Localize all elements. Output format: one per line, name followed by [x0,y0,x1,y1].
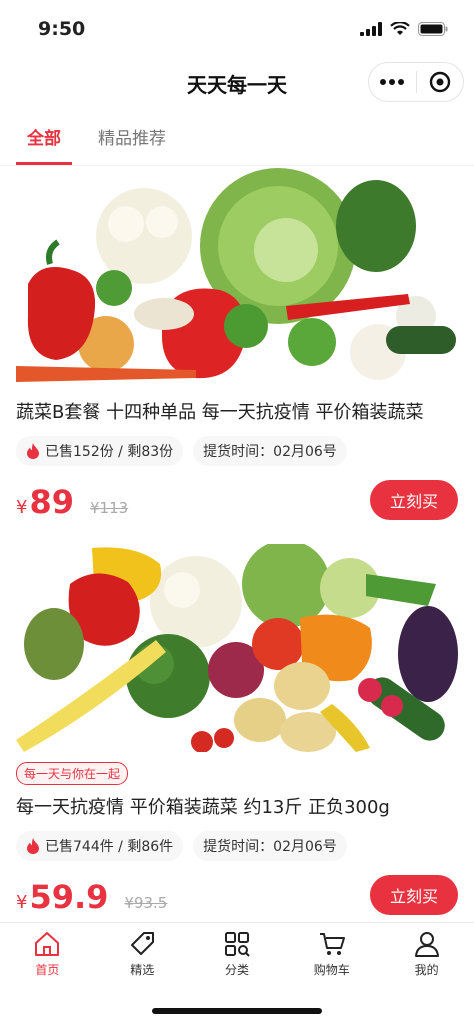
category-tabs: 全部 精品推荐 [0,108,474,166]
tabbar-home-label: 首页 [35,963,60,977]
pickup-text: 提货时间：02月06号 [203,444,337,460]
close-target-icon [429,71,450,93]
tabbar-category[interactable]: 分类 [190,923,285,986]
fire-icon [27,443,39,459]
tab-recommended[interactable]: 精品推荐 [98,107,166,165]
pickup-badge: 提货时间：02月06号 [193,436,347,466]
home-icon [35,932,60,956]
mini-program-capsule [368,62,464,102]
product-image[interactable] [16,544,458,752]
promo-tag: 每一天与你在一起 [16,762,129,785]
original-price: ¥113 [89,499,129,517]
bottom-tab-bar: 首页 精选 分类 购物车 我的 [0,922,474,986]
sales-badge: 已售152份 / 剩83份 [16,436,184,466]
product-meta: 已售744件 / 剩86件 提货时间：02月06号 [16,831,458,861]
wifi-icon [390,22,410,35]
currency-symbol: ¥ [16,497,28,518]
pickup-text: 提货时间：02月06号 [203,839,337,855]
product-card[interactable]: 蔬菜B套餐 十四种单品 每一天抗疫情 平价箱装蔬菜 已售152份 / 剩83份 … [0,166,474,524]
currency-symbol: ¥ [16,892,28,913]
tabbar-featured-label: 精选 [130,963,155,977]
sales-text: 已售152份 / 剩83份 [45,444,174,460]
user-icon [414,932,439,957]
current-price: 89 [29,483,74,521]
more-icon [380,79,405,85]
buy-now-button[interactable]: 立刻买 [370,875,458,915]
navigation-bar: 天天每一天 [0,58,474,108]
tabbar-home[interactable]: 首页 [0,923,95,986]
status-icons [360,22,448,36]
tag-icon [131,932,155,955]
page-title: 天天每一天 [187,72,287,97]
product-title[interactable]: 每一天抗疫情 平价箱装蔬菜 约13斤 正负300g [16,793,458,819]
battery-icon [418,22,448,36]
signal-icon [360,22,382,36]
buy-now-button[interactable]: 立刻买 [370,480,458,520]
original-price: ¥93.5 [124,894,168,912]
status-bar: 9:50 [0,0,474,58]
tab-all-label: 全部 [27,128,61,149]
product-image[interactable] [16,166,458,382]
product-title[interactable]: 蔬菜B套餐 十四种单品 每一天抗疫情 平价箱装蔬菜 [16,398,458,424]
fire-icon [27,838,39,854]
sales-text: 已售744件 / 剩86件 [45,839,174,855]
tabbar-cart-label: 购物车 [313,963,350,977]
tabbar-cart[interactable]: 购物车 [284,923,379,986]
pickup-badge: 提货时间：02月06号 [193,831,347,861]
tab-recommended-label: 精品推荐 [98,128,166,149]
sales-badge: 已售744件 / 剩86件 [16,831,184,861]
status-time: 9:50 [38,18,86,40]
product-meta: 已售152份 / 剩83份 提货时间：02月06号 [16,436,458,466]
close-button[interactable] [417,63,464,101]
tabbar-featured[interactable]: 精选 [95,923,190,986]
tabbar-profile[interactable]: 我的 [379,923,474,986]
product-card[interactable]: 每一天与你在一起 每一天抗疫情 平价箱装蔬菜 约13斤 正负300g 已售744… [0,544,474,919]
tabbar-profile-label: 我的 [414,963,439,977]
more-button[interactable] [369,63,416,101]
home-indicator [152,1008,322,1014]
cart-icon [319,933,345,955]
tabbar-category-label: 分类 [224,963,249,977]
category-icon [224,932,250,957]
tab-all[interactable]: 全部 [16,107,72,165]
price-row: ¥ 89 ¥113 立刻买 [16,480,458,524]
price-row: ¥ 59.9 ¥93.5 立刻买 [16,875,458,919]
current-price: 59.9 [29,878,109,916]
